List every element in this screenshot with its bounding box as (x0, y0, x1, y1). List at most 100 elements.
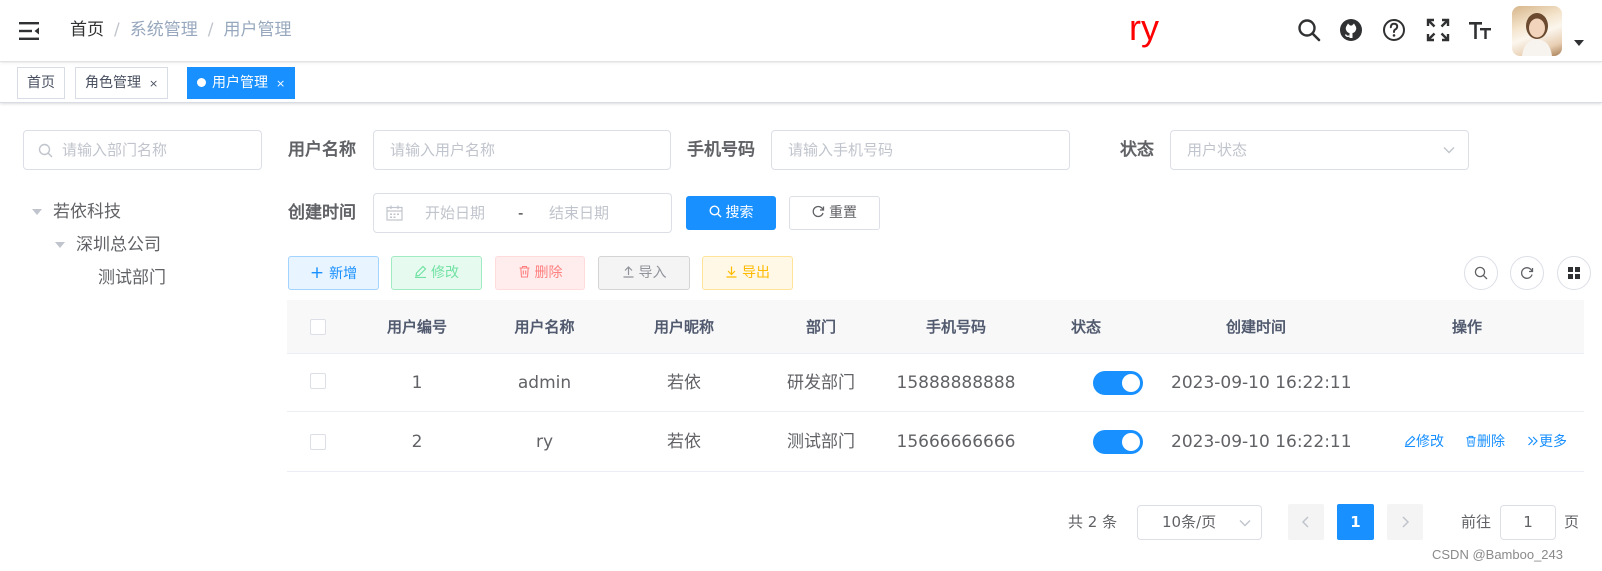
cell-phone: 15666666666 (896, 432, 1016, 452)
refresh-icon (1520, 267, 1534, 279)
navbar: 首页 / 系统管理 / 用户管理 ry (0, 0, 1602, 62)
table-row[interactable]: 1 admin 若依 研发部门 15888888888 2023-09-10 1… (287, 354, 1584, 412)
tags-view: 首页 角色管理 × 用户管理 × (0, 63, 1602, 103)
row-edit-button[interactable]: 修改 (1404, 432, 1444, 452)
tag-label: 首页 (27, 75, 55, 91)
brand-text: ry (1129, 7, 1159, 48)
fullscreen-icon[interactable] (1425, 17, 1451, 43)
phone-label: 手机号码 (687, 140, 755, 160)
chevron-down-icon (1443, 147, 1455, 154)
cell-username: admin (517, 373, 572, 393)
cell-dept: 研发部门 (787, 373, 855, 393)
row-checkbox[interactable] (310, 434, 326, 450)
status-switch[interactable] (1093, 371, 1143, 395)
search-icon[interactable] (1296, 17, 1322, 43)
edit-button[interactable]: 修改 (391, 256, 482, 290)
search-button[interactable]: 搜索 (686, 196, 776, 230)
prev-page-button[interactable] (1288, 504, 1324, 540)
import-button-label: 导入 (638, 265, 667, 281)
close-icon[interactable]: × (276, 77, 285, 90)
page-1-button[interactable]: 1 (1337, 504, 1374, 540)
avatar-caret-icon[interactable] (1574, 40, 1584, 46)
table-row[interactable]: 2 ry 若依 测试部门 15666666666 2023-09-10 16:2… (287, 412, 1584, 472)
plus-icon: + (309, 263, 325, 283)
help-icon[interactable] (1381, 17, 1407, 43)
goto-page-input[interactable]: 1 (1500, 505, 1556, 540)
breadcrumb-separator: / (207, 20, 214, 40)
tree-node-test-dept[interactable]: 测试部门 (98, 266, 166, 290)
tree-node-ruoyi[interactable]: 若依科技 (53, 200, 121, 224)
created-label: 创建时间 (288, 203, 356, 223)
column-dept: 部门 (805, 318, 836, 336)
breadcrumb: 首页 / 系统管理 / 用户管理 (70, 18, 291, 42)
cell-user-id: 1 (411, 373, 423, 393)
import-button[interactable]: 导入 (598, 256, 690, 290)
username-input[interactable]: 请输入用户名称 (373, 130, 671, 170)
caret-down-icon[interactable] (32, 209, 42, 215)
github-icon[interactable] (1338, 17, 1364, 43)
chevron-right-icon (1402, 516, 1410, 528)
dept-search-placeholder: 请输入部门名称 (62, 141, 168, 159)
column-settings-button[interactable] (1557, 256, 1591, 290)
add-button[interactable]: + 新增 (288, 256, 379, 290)
phone-placeholder: 请输入手机号码 (788, 141, 894, 159)
page-size-select[interactable]: 10条/页 (1137, 505, 1262, 540)
goto-label: 前往 (1461, 513, 1492, 531)
reset-button-label: 重置 (829, 205, 857, 221)
row-more-label: 更多 (1539, 434, 1567, 450)
select-all-checkbox[interactable] (310, 319, 326, 335)
row-delete-button[interactable]: 删除 (1465, 432, 1505, 452)
active-dot-icon (197, 78, 206, 87)
cell-created: 2023-09-10 16:22:11 (1171, 373, 1352, 393)
breadcrumb-item-system[interactable]: 系统管理 (130, 20, 198, 40)
phone-input[interactable]: 请输入手机号码 (771, 130, 1070, 170)
add-button-label: 新增 (329, 266, 358, 282)
tree-node-shenzhen[interactable]: 深圳总公司 (76, 233, 161, 257)
reset-button[interactable]: 重置 (789, 196, 880, 230)
next-page-button[interactable] (1387, 504, 1423, 540)
tag-home[interactable]: 首页 (17, 67, 65, 99)
date-range-picker[interactable]: 开始日期 - 结束日期 (373, 193, 672, 233)
pagination-total: 共 2 条 (1068, 513, 1118, 531)
search-icon (1474, 266, 1488, 280)
font-size-icon[interactable] (1467, 17, 1493, 43)
chevron-down-icon (1239, 520, 1251, 527)
column-username: 用户名称 (514, 318, 575, 336)
breadcrumb-separator: / (114, 20, 120, 40)
start-date-placeholder[interactable]: 开始日期 (425, 194, 485, 232)
caret-down-icon[interactable] (55, 242, 65, 248)
row-more-button[interactable]: 更多 (1527, 432, 1567, 452)
status-switch[interactable] (1093, 430, 1143, 454)
column-created: 创建时间 (1225, 318, 1286, 336)
row-checkbox[interactable] (310, 373, 326, 389)
cell-phone: 15888888888 (896, 373, 1016, 393)
delete-button[interactable]: 删除 (495, 256, 585, 290)
end-date-placeholder[interactable]: 结束日期 (549, 194, 609, 232)
cell-nickname: 若依 (667, 373, 701, 393)
row-edit-label: 修改 (1416, 434, 1444, 450)
search-icon (38, 143, 53, 158)
column-actions: 操作 (1451, 318, 1482, 336)
export-button[interactable]: 导出 (702, 256, 793, 290)
breadcrumb-item-user: 用户管理 (223, 20, 292, 40)
page-suffix: 页 (1564, 513, 1580, 531)
avatar[interactable] (1512, 6, 1562, 56)
refresh-button[interactable] (1510, 256, 1544, 290)
breadcrumb-item-home[interactable]: 首页 (70, 20, 104, 40)
column-nickname: 用户昵称 (653, 318, 714, 336)
status-label: 状态 (1120, 140, 1154, 160)
watermark: CSDN @Bamboo_243 (1432, 547, 1563, 562)
hamburger-icon[interactable] (16, 18, 42, 44)
username-label: 用户名称 (288, 140, 356, 160)
cell-dept: 测试部门 (787, 432, 855, 452)
status-select[interactable]: 用户状态 (1170, 130, 1469, 170)
tag-role-management[interactable]: 角色管理 × (75, 67, 169, 99)
toggle-search-button[interactable] (1464, 256, 1498, 290)
column-user-id: 用户编号 (386, 318, 447, 336)
close-icon[interactable]: × (149, 77, 158, 90)
edit-icon (415, 265, 427, 279)
dept-search-input[interactable]: 请输入部门名称 (23, 130, 262, 170)
tag-user-management[interactable]: 用户管理 × (187, 67, 296, 99)
refresh-icon (812, 205, 825, 218)
trash-icon (1466, 435, 1476, 447)
